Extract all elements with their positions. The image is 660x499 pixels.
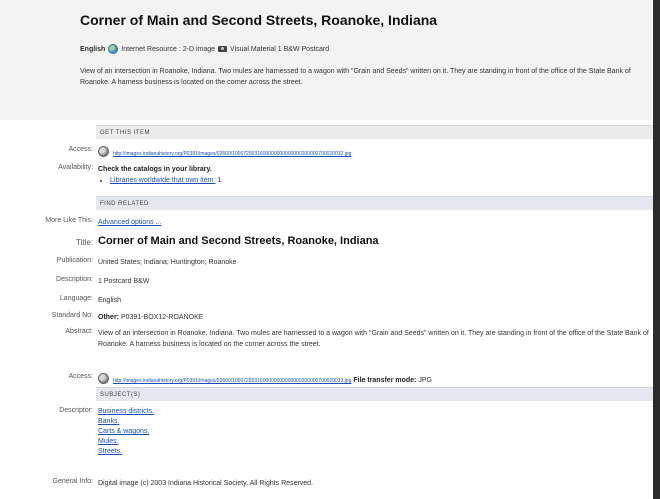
descriptor-list: Business districts. Banks. Carts & wagon…: [98, 407, 653, 457]
globe-icon: [98, 146, 109, 157]
libraries-list: Libraries worldwide that own item: 1: [98, 175, 653, 186]
language-label: Language:: [59, 295, 93, 302]
section-get-this-item: Get This Item: [96, 125, 653, 139]
list-item: Libraries worldwide that own item: 1: [110, 175, 653, 186]
publication-label: Publication:: [56, 257, 93, 264]
general-label: General Info:: [52, 478, 93, 485]
descriptor-link[interactable]: Streets.: [98, 448, 122, 455]
libraries-count: 1: [217, 177, 222, 184]
section-find-related: Find Related: [96, 196, 653, 210]
file-transfer-label: File transfer mode:: [353, 377, 417, 384]
standard-label: Standard No:: [51, 312, 93, 319]
access2-label: Access:: [68, 373, 93, 380]
descriptor-label: Descriptor:: [59, 407, 93, 414]
libraries-link[interactable]: Libraries worldwide that own item:: [110, 177, 215, 184]
title-label: Title:: [75, 238, 93, 247]
availability-text: Check the catalogs in your library.: [98, 166, 212, 173]
globe-icon: [108, 44, 119, 54]
globe-icon: [98, 373, 109, 384]
record-summary: View of an intersection in Roanoke, Indi…: [80, 68, 631, 86]
record-header: Corner of Main and Second Streets, Roano…: [0, 0, 653, 120]
format-internet: Internet Resource : 2-D image: [121, 45, 216, 53]
general-value: Digital image (c) 2003 Indiana Historica…: [98, 480, 314, 487]
description-label: Description:: [56, 276, 93, 283]
standard-value: P0391-BOX12-ROANOKE: [120, 314, 204, 321]
screenshot-frame: Corner of Main and Second Streets, Roano…: [0, 0, 660, 499]
access-label: Access:: [68, 146, 93, 153]
abstract-label: Abstract:: [65, 328, 93, 335]
title-value: Corner of Main and Second Streets, Roano…: [98, 235, 379, 247]
advanced-options-link[interactable]: Advanced options ...: [98, 219, 161, 226]
format-visual: Visual Material 1 B&W Postcard: [230, 45, 330, 53]
abstract-value: View of an intersection in Roanoke, Indi…: [98, 330, 649, 348]
descriptor-link[interactable]: Business districts.: [98, 408, 154, 415]
standard-prefix: Other:: [98, 314, 119, 321]
file-transfer-value: JPG: [418, 377, 432, 384]
more-like-label: More Like This:: [45, 217, 93, 224]
format-language: English: [80, 45, 106, 53]
publication-value: United States; Indiana; Huntington; Roan…: [98, 259, 237, 266]
access2-link[interactable]: http://images.indianahistory.org/P0391/i…: [113, 378, 351, 384]
description-value: 1 Postcard B&W: [98, 278, 150, 285]
record-title: Corner of Main and Second Streets, Roano…: [80, 12, 438, 28]
availability-label: Availability:: [58, 164, 93, 171]
format-line: English Internet Resource : 2-D image Vi…: [80, 44, 329, 54]
camera-icon: [218, 46, 228, 52]
language-value: English: [98, 297, 121, 304]
record-page: Corner of Main and Second Streets, Roano…: [0, 0, 653, 499]
access-link[interactable]: http://images.indianahistory.org/P0391/i…: [113, 151, 351, 157]
descriptor-link[interactable]: Carts & wagons.: [98, 428, 149, 435]
section-subjects: Subject(s): [96, 387, 653, 401]
descriptor-link[interactable]: Banks.: [98, 418, 119, 425]
descriptor-link[interactable]: Mules.: [98, 438, 119, 445]
